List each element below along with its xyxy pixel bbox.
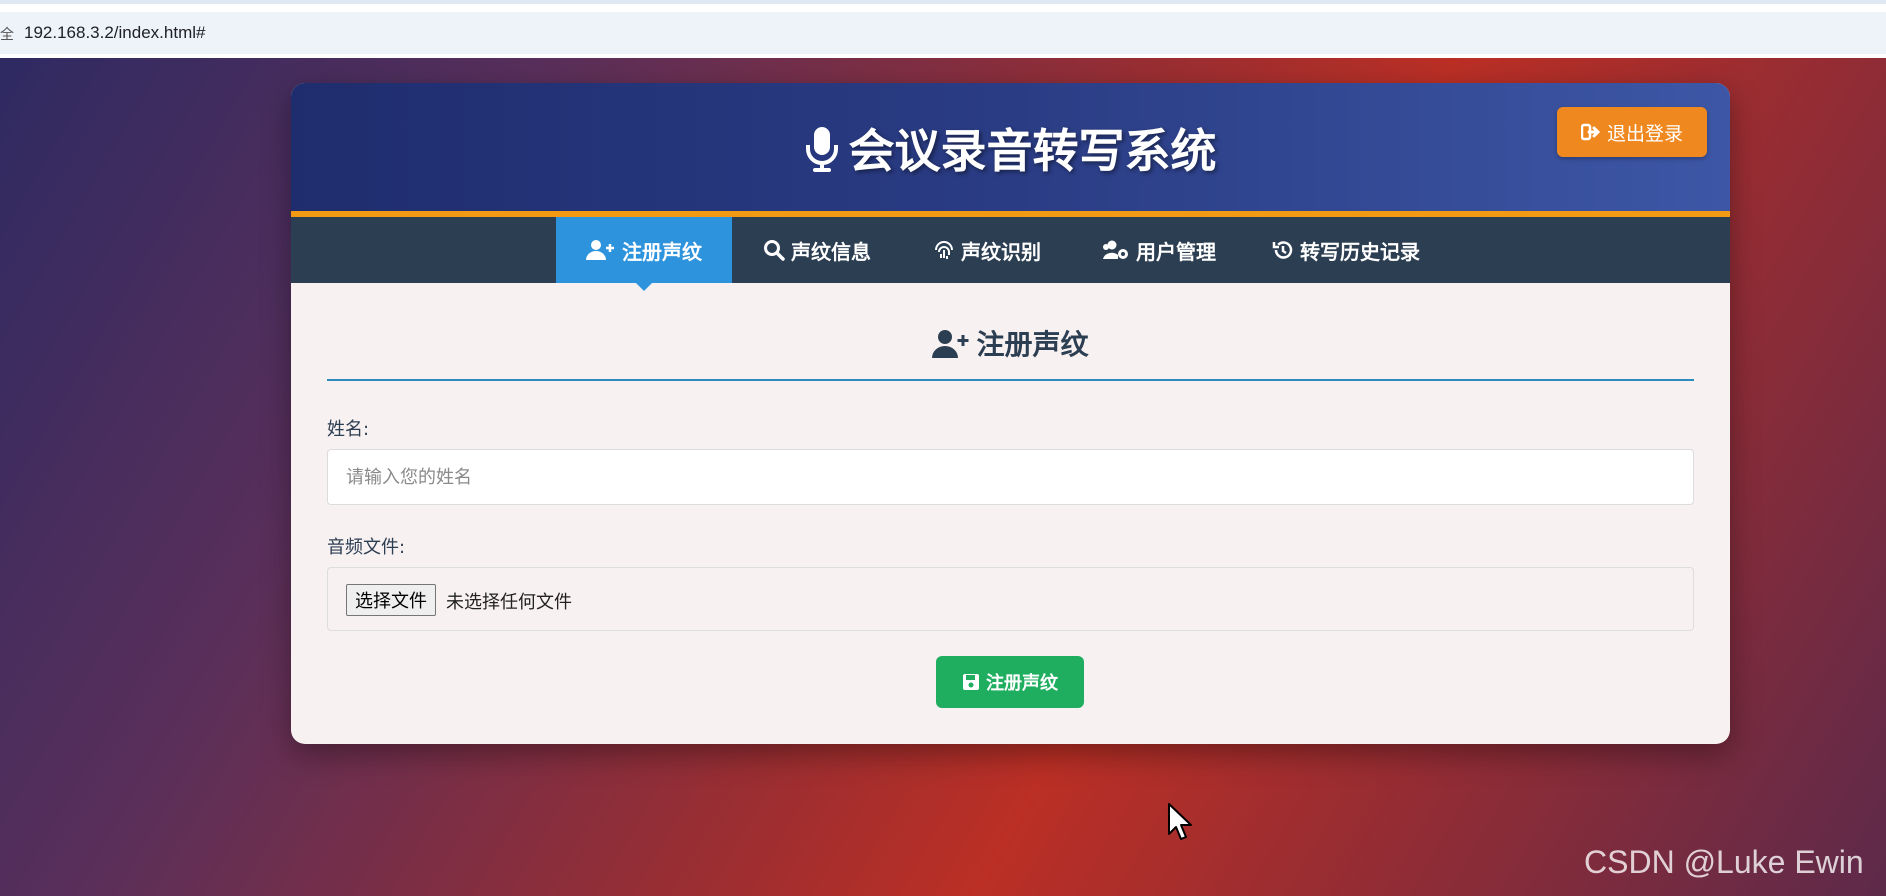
section-title-text: 注册声纹 bbox=[976, 328, 1089, 361]
tab-label: 声纹识别 bbox=[961, 239, 1041, 264]
browser-address-bar: 全 192.168.3.2/index.html# bbox=[0, 0, 1886, 58]
app-title-text: 会议录音转写系统 bbox=[848, 124, 1217, 178]
user-plus-icon bbox=[586, 240, 614, 260]
choose-file-button[interactable]: 选择文件 bbox=[346, 584, 436, 616]
microphone-icon bbox=[805, 127, 838, 172]
app-header: 会议录音转写系统 退出登录 bbox=[291, 83, 1730, 211]
fingerprint-icon bbox=[935, 241, 953, 259]
register-voiceprint-button[interactable]: 注册声纹 bbox=[936, 656, 1084, 708]
tab-register-voiceprint[interactable]: 注册声纹 bbox=[556, 217, 732, 291]
tab-voiceprint-recognition[interactable]: 声纹识别 bbox=[902, 217, 1072, 283]
site-info-icon[interactable]: 全 bbox=[0, 24, 14, 44]
tab-user-management[interactable]: 用户管理 bbox=[1072, 217, 1246, 283]
url-text[interactable]: 192.168.3.2/index.html# bbox=[24, 23, 205, 43]
submit-label: 注册声纹 bbox=[986, 673, 1058, 694]
app-title: 会议录音转写系统 bbox=[291, 115, 1730, 181]
name-input[interactable] bbox=[327, 449, 1694, 505]
user-plus-icon bbox=[932, 330, 969, 358]
main-card: 会议录音转写系统 退出登录 注册声纹 声纹信息 声纹识别 用户管理 转写历史记录… bbox=[291, 83, 1730, 744]
mouse-cursor-icon bbox=[1168, 803, 1192, 840]
url-field[interactable] bbox=[0, 12, 1886, 54]
tab-transcription-history[interactable]: 转写历史记录 bbox=[1246, 217, 1446, 283]
audio-file-label: 音频文件: bbox=[327, 537, 406, 558]
logout-button[interactable]: 退出登录 bbox=[1557, 107, 1707, 157]
audio-file-input[interactable]: 选择文件 未选择任何文件 bbox=[327, 567, 1694, 631]
search-icon bbox=[764, 240, 785, 261]
tab-label: 声纹信息 bbox=[791, 239, 871, 264]
nav-bar: 注册声纹 声纹信息 声纹识别 用户管理 转写历史记录 bbox=[291, 217, 1730, 291]
tab-voiceprint-info[interactable]: 声纹信息 bbox=[732, 217, 902, 283]
history-icon bbox=[1272, 241, 1293, 259]
name-label: 姓名: bbox=[327, 419, 370, 440]
tab-label: 用户管理 bbox=[1136, 239, 1216, 264]
logout-label: 退出登录 bbox=[1606, 122, 1683, 145]
section-title: 注册声纹 bbox=[291, 323, 1730, 363]
users-cog-icon bbox=[1103, 240, 1128, 259]
tab-label: 注册声纹 bbox=[622, 239, 702, 264]
file-status-text: 未选择任何文件 bbox=[446, 592, 572, 613]
sign-out-icon bbox=[1580, 123, 1601, 141]
save-icon bbox=[963, 674, 979, 690]
tab-label: 转写历史记录 bbox=[1300, 239, 1420, 264]
watermark-text: CSDN @Luke Ewin bbox=[1584, 844, 1864, 880]
section-divider bbox=[327, 379, 1694, 381]
